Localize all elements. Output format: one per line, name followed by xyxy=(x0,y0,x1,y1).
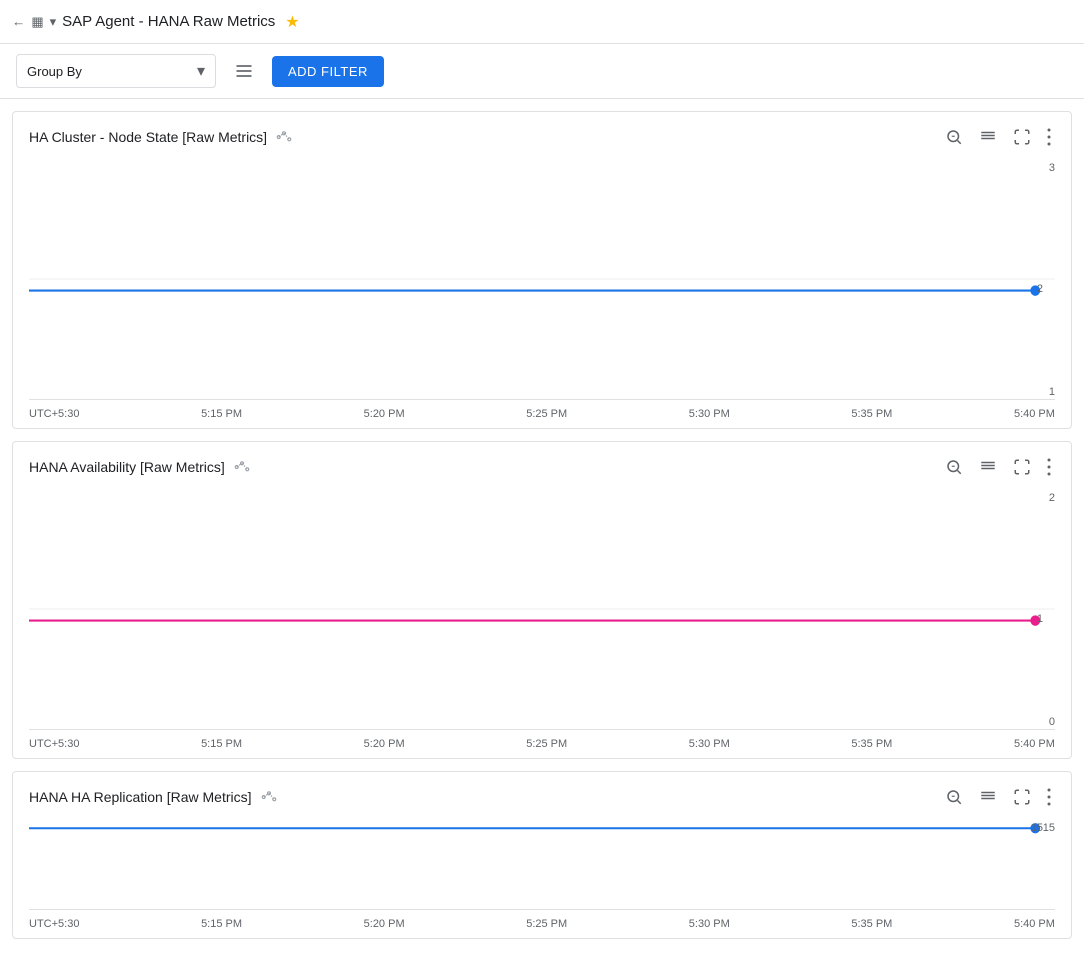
x-tick-3-0: UTC+5:30 xyxy=(29,918,79,930)
x-ticks-2: UTC+5:30 5:15 PM 5:20 PM 5:25 PM 5:30 PM… xyxy=(29,738,1055,750)
x-tick-1-1: 5:15 PM xyxy=(201,408,242,420)
x-tick-3-4: 5:30 PM xyxy=(689,918,730,930)
chart-panel-2: HANA Availability [Raw Metrics] xyxy=(12,441,1072,759)
back-icon: ← xyxy=(12,14,25,29)
chart-header-2: HANA Availability [Raw Metrics] xyxy=(13,442,1071,488)
chart-body-1: 3 1 2 UTC+5:30 5:15 PM 5: xyxy=(13,158,1071,428)
x-tick-3-2: 5:20 PM xyxy=(364,918,405,930)
line-value-3: 15 xyxy=(1031,822,1043,834)
dashboard-icon: ▦ xyxy=(31,14,43,30)
x-tick-3-3: 5:25 PM xyxy=(526,918,567,930)
chart-line-area-1: 2 xyxy=(29,158,1055,400)
scatter-icon-1 xyxy=(275,128,293,146)
back-button[interactable]: ← xyxy=(12,14,25,29)
chart-svg-1 xyxy=(29,158,1055,400)
x-axis-3 xyxy=(29,909,1055,910)
line-value-1: 2 xyxy=(1037,283,1043,295)
x-axis-1 xyxy=(29,399,1055,400)
x-tick-2-3: 5:25 PM xyxy=(526,738,567,750)
charts-container: HA Cluster - Node State [Raw Metrics] xyxy=(0,111,1084,939)
fullscreen-button-3[interactable] xyxy=(1009,784,1035,810)
group-by-label: Group By xyxy=(27,64,82,79)
chart-panel-3: HANA HA Replication [Raw Metrics] xyxy=(12,771,1072,939)
filter-icon-button[interactable] xyxy=(228,55,260,87)
legend-button-3[interactable] xyxy=(975,784,1001,810)
chart-actions-2 xyxy=(941,454,1055,480)
line-value-2: 1 xyxy=(1037,613,1043,625)
chart-title-area-1: HA Cluster - Node State [Raw Metrics] xyxy=(29,128,293,146)
scatter-icon-2 xyxy=(233,458,251,476)
x-ticks-1: UTC+5:30 5:15 PM 5:20 PM 5:25 PM 5:30 PM… xyxy=(29,408,1055,420)
star-icon[interactable]: ★ xyxy=(285,12,299,32)
x-ticks-3: UTC+5:30 5:15 PM 5:20 PM 5:25 PM 5:30 PM… xyxy=(29,918,1055,930)
more-button-1[interactable] xyxy=(1043,124,1055,150)
x-tick-1-5: 5:35 PM xyxy=(851,408,892,420)
search-button-2[interactable] xyxy=(941,454,967,480)
legend-button-1[interactable] xyxy=(975,124,1001,150)
add-filter-button[interactable]: ADD FILTER xyxy=(272,56,384,87)
x-tick-2-1: 5:15 PM xyxy=(201,738,242,750)
filter-bar: Group By ▾ ADD FILTER xyxy=(0,44,1084,99)
chart-body-2: 2 0 1 UTC+5:30 5:15 PM 5:20 PM 5:25 PM 5… xyxy=(13,488,1071,758)
chart-actions-3 xyxy=(941,784,1055,810)
more-button-2[interactable] xyxy=(1043,454,1055,480)
chevron-down-icon: ▾ xyxy=(197,61,205,81)
top-bar-left: ← ▦ ▾ SAP Agent - HANA Raw Metrics ★ xyxy=(12,12,300,32)
x-axis-2 xyxy=(29,729,1055,730)
chart-svg-3 xyxy=(29,818,1055,910)
x-tick-2-6: 5:40 PM xyxy=(1014,738,1055,750)
legend-button-2[interactable] xyxy=(975,454,1001,480)
chart-body-3: 15 15 UTC+5:30 5:15 PM 5:20 PM 5:25 PM 5… xyxy=(13,818,1071,938)
x-tick-1-0: UTC+5:30 xyxy=(29,408,79,420)
chart-title-2: HANA Availability [Raw Metrics] xyxy=(29,459,225,475)
chart-actions-1 xyxy=(941,124,1055,150)
top-bar: ← ▦ ▾ SAP Agent - HANA Raw Metrics ★ xyxy=(0,0,1084,44)
fullscreen-button-2[interactable] xyxy=(1009,454,1035,480)
x-tick-3-6: 5:40 PM xyxy=(1014,918,1055,930)
chart-panel-1: HA Cluster - Node State [Raw Metrics] xyxy=(12,111,1072,429)
chart-title-3: HANA HA Replication [Raw Metrics] xyxy=(29,789,252,805)
title-dropdown-arrow[interactable]: ▾ xyxy=(50,14,57,30)
search-button-3[interactable] xyxy=(941,784,967,810)
chart-line-area-3: 15 xyxy=(29,818,1055,910)
x-tick-1-2: 5:20 PM xyxy=(364,408,405,420)
chart-line-area-2: 1 xyxy=(29,488,1055,730)
chart-title-area-3: HANA HA Replication [Raw Metrics] xyxy=(29,788,278,806)
x-tick-3-1: 5:15 PM xyxy=(201,918,242,930)
scatter-icon-3 xyxy=(260,788,278,806)
filter-icon xyxy=(234,61,254,81)
chart-title-area-2: HANA Availability [Raw Metrics] xyxy=(29,458,251,476)
chart-header-3: HANA HA Replication [Raw Metrics] xyxy=(13,772,1071,818)
chart-svg-2 xyxy=(29,488,1055,730)
x-tick-2-5: 5:35 PM xyxy=(851,738,892,750)
group-by-select[interactable]: Group By ▾ xyxy=(16,54,216,88)
page-title: SAP Agent - HANA Raw Metrics xyxy=(62,13,275,30)
x-tick-2-0: UTC+5:30 xyxy=(29,738,79,750)
x-tick-1-3: 5:25 PM xyxy=(526,408,567,420)
fullscreen-button-1[interactable] xyxy=(1009,124,1035,150)
chart-title-1: HA Cluster - Node State [Raw Metrics] xyxy=(29,129,267,145)
chart-header-1: HA Cluster - Node State [Raw Metrics] xyxy=(13,112,1071,158)
x-tick-2-2: 5:20 PM xyxy=(364,738,405,750)
more-button-3[interactable] xyxy=(1043,784,1055,810)
x-tick-3-5: 5:35 PM xyxy=(851,918,892,930)
x-tick-1-4: 5:30 PM xyxy=(689,408,730,420)
search-button-1[interactable] xyxy=(941,124,967,150)
x-tick-2-4: 5:30 PM xyxy=(689,738,730,750)
x-tick-1-6: 5:40 PM xyxy=(1014,408,1055,420)
